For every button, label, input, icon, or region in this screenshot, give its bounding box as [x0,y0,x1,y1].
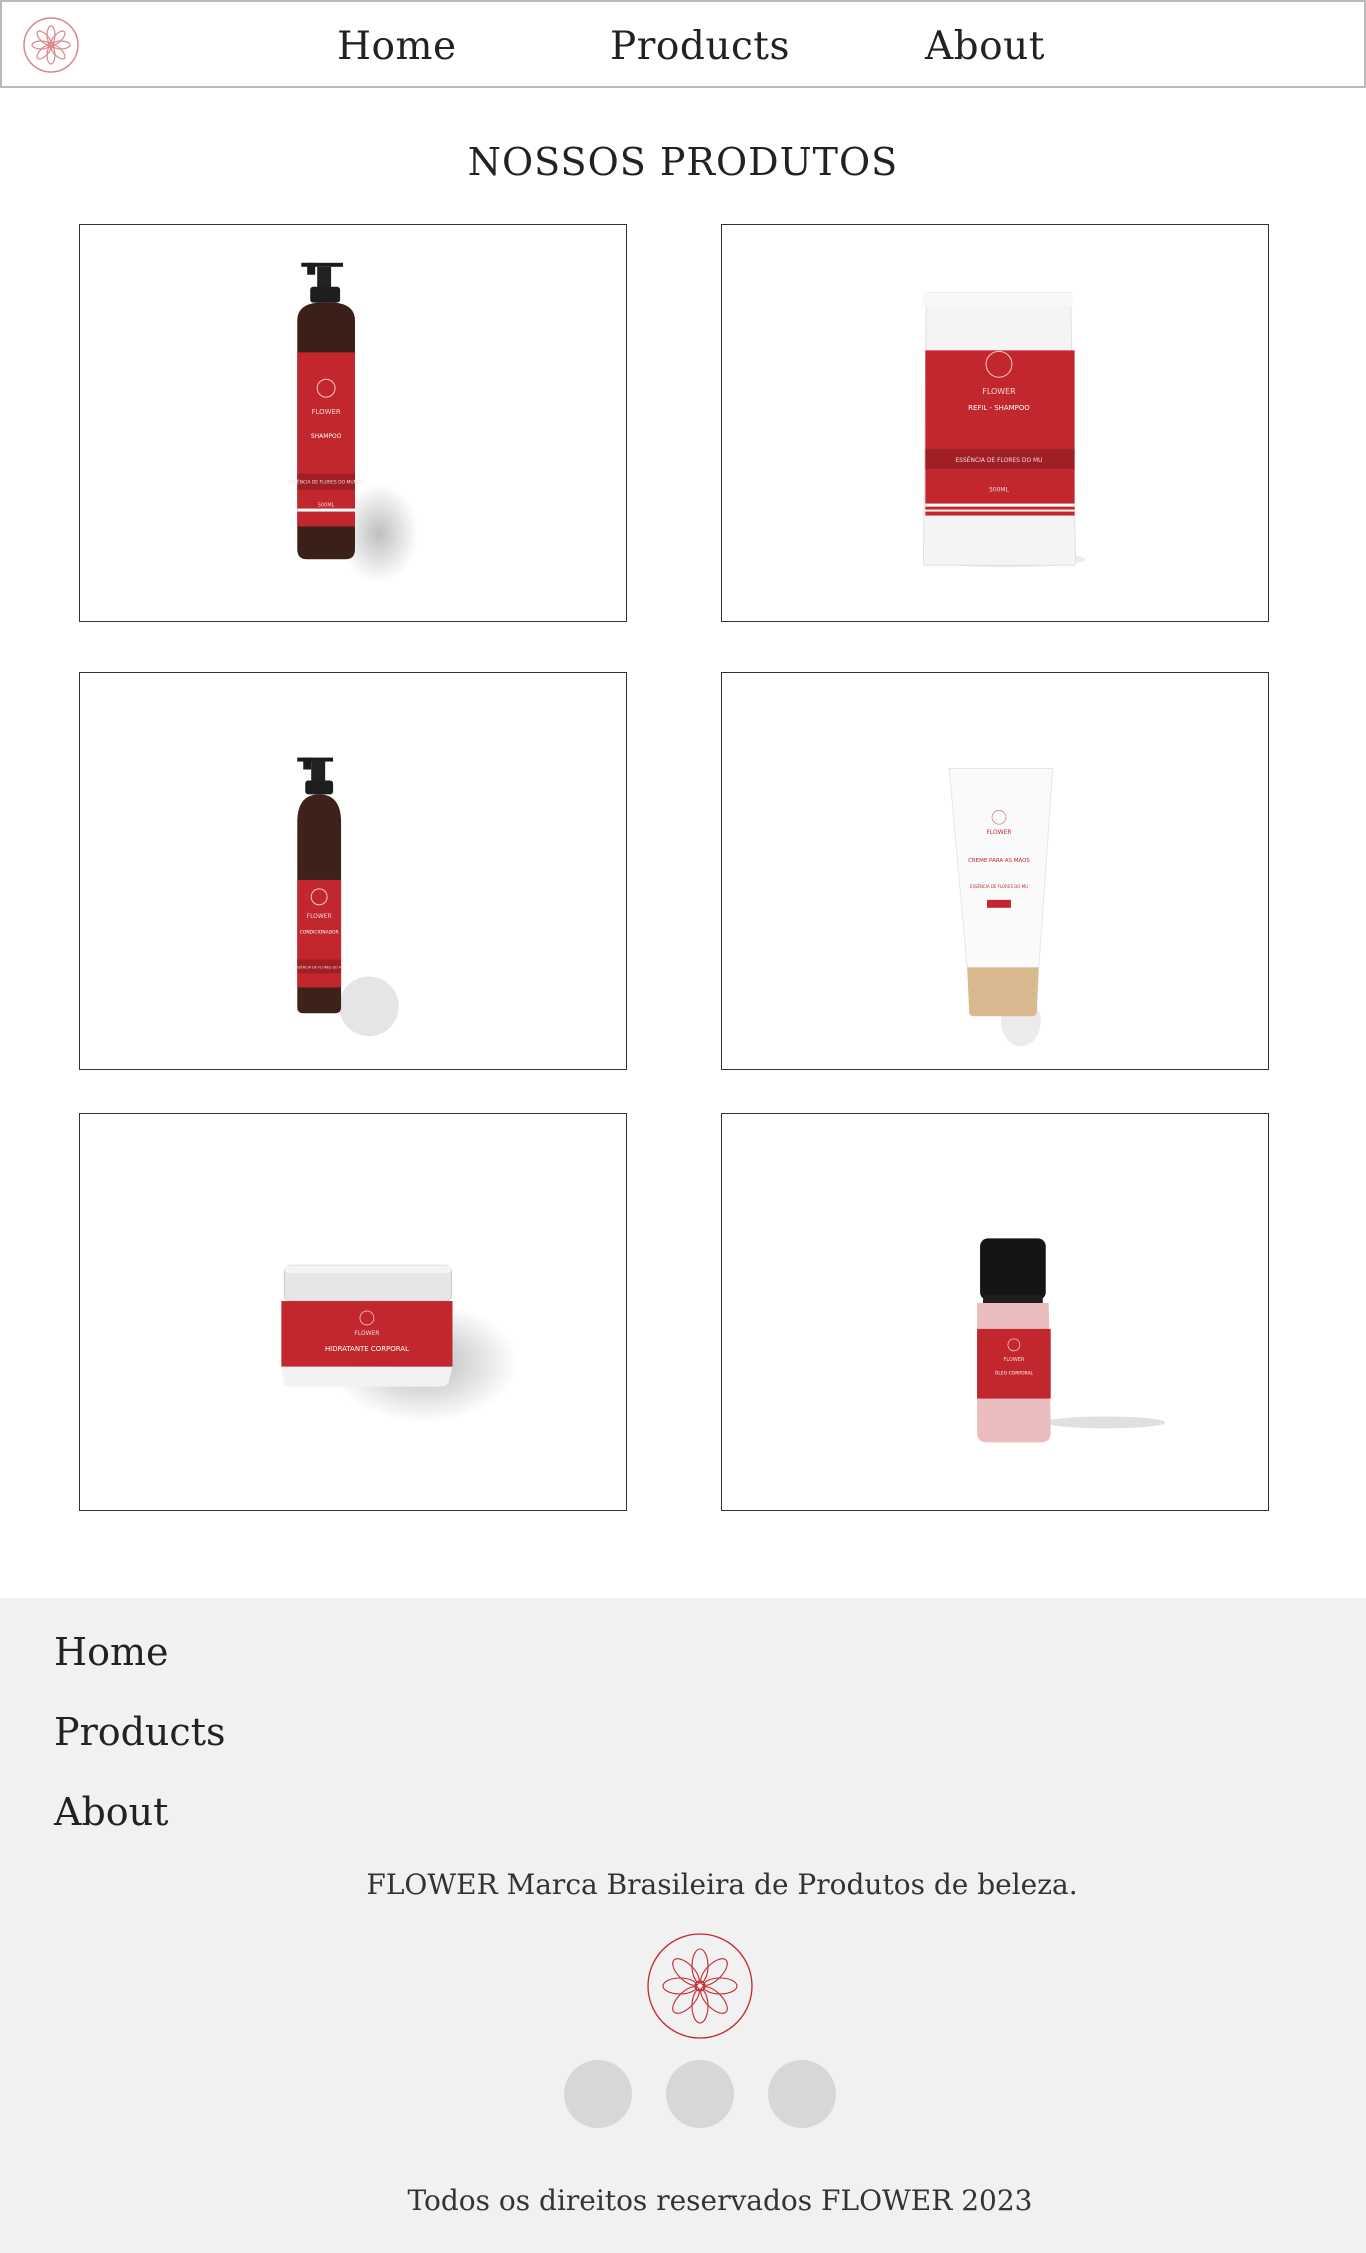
shampoo-pump-bottle-image: FLOWER SHAMPOO ESSÊNCIA DE FLORES DO MUN… [288,262,419,584]
product-brand-text: FLOWER [354,1330,379,1337]
refill-pouch-image: FLOWER REFIL - SHAMPOO ESSÊNCIA DE FLORE… [922,292,1086,568]
product-card-conditioner[interactable]: FLOWER CONDICIONADOR ESSÊNCIA DE FLORES … [79,672,627,1070]
page-title: NOSSOS PRODUTOS [467,140,899,184]
body-oil-bottle-image: FLOWER ÓLEO CORPORAL [977,1238,1166,1443]
nav-products-link[interactable]: Products [610,24,790,69]
nav-home-link[interactable]: Home [337,24,457,69]
product-card-body-moisturizer[interactable]: FLOWER HIDRATANTE CORPORAL [79,1113,627,1511]
flower-logo-icon[interactable] [21,15,81,75]
product-brand-text: FLOWER [1003,1357,1024,1363]
flower-logo-icon [647,1933,753,2039]
product-name-text: CREME PARA AS MÃOS [968,857,1030,864]
product-line-text: ESSÊNCIA DE FLORES DO MU [970,884,1028,889]
product-name-text: SHAMPOO [311,433,342,440]
product-line-text: ESSÊNCIA DE FLORES DO MU [955,456,1042,464]
product-name-text: HIDRATANTE CORPORAL [325,1345,409,1353]
product-brand-text: FLOWER [986,829,1011,836]
social-icon-3[interactable] [768,2060,836,2128]
product-size-text: 500ML [989,487,1009,494]
social-icon-2[interactable] [666,2060,734,2128]
social-icon-1[interactable] [564,2060,632,2128]
hand-cream-tube-image: FLOWER CREME PARA AS MÃOS ESSÊNCIA DE FL… [948,768,1054,1047]
product-brand-text: FLOWER [982,387,1016,396]
product-name-text: REFIL - SHAMPOO [968,404,1030,412]
product-card-refill[interactable]: FLOWER REFIL - SHAMPOO ESSÊNCIA DE FLORE… [721,224,1269,622]
product-brand-text: FLOWER [312,408,341,416]
footer-home-link[interactable]: Home [54,1630,169,1674]
footer-copyright: Todos os direitos reservados FLOWER 2023 [407,2184,1033,2217]
product-card-hand-cream[interactable]: FLOWER CREME PARA AS MÃOS ESSÊNCIA DE FL… [721,672,1269,1070]
footer-products-link[interactable]: Products [54,1710,225,1754]
product-name-text: CONDICIONADOR [300,930,339,936]
product-name-text: ÓLEO CORPORAL [995,1370,1034,1377]
product-card-body-oil[interactable]: FLOWER ÓLEO CORPORAL [721,1113,1269,1511]
top-navbar: Home Products About [0,0,1366,88]
product-size-text: 500ML [318,503,335,509]
product-brand-text: FLOWER [307,913,332,920]
product-line-text: ESSÊNCIA DE FLORES DO MU [294,965,345,970]
nav-about-link[interactable]: About [925,24,1045,69]
footer: Home Products About FLOWER Marca Brasile… [0,1598,1366,2253]
body-moisturizer-jar-image: FLOWER HIDRATANTE CORPORAL [281,1264,519,1423]
conditioner-pump-bottle-image: FLOWER CONDICIONADOR ESSÊNCIA DE FLORES … [294,757,399,1037]
product-card-shampoo[interactable]: FLOWER SHAMPOO ESSÊNCIA DE FLORES DO MUN… [79,224,627,622]
footer-tagline: FLOWER Marca Brasileira de Produtos de b… [366,1868,1078,1901]
footer-about-link[interactable]: About [54,1790,168,1834]
